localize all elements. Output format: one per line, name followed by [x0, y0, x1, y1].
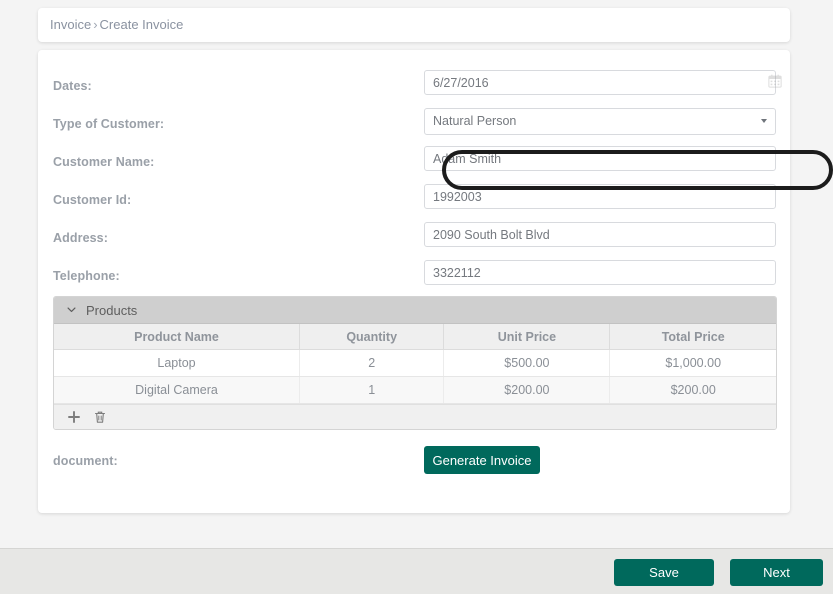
cell-unit-price[interactable]: $200.00	[443, 376, 611, 404]
save-button[interactable]: Save	[614, 559, 714, 586]
telephone-label: Telephone:	[53, 269, 120, 283]
document-label: document:	[53, 454, 118, 468]
cell-unit-price[interactable]: $500.00	[443, 349, 611, 377]
customer-id-input[interactable]	[424, 184, 776, 209]
chevron-down-icon[interactable]	[761, 119, 767, 123]
customer-name-input[interactable]	[424, 146, 776, 171]
cell-quantity[interactable]: 1	[299, 376, 445, 404]
table-row[interactable]: Digital Camera 1 $200.00 $200.00	[54, 376, 776, 404]
type-of-customer-value[interactable]: Natural Person	[424, 108, 776, 135]
products-panel-header[interactable]: Products	[54, 297, 776, 324]
next-button[interactable]: Next	[730, 559, 823, 586]
products-panel-title: Products	[86, 303, 138, 318]
footer-action-bar: Save Next	[0, 548, 833, 594]
column-header-quantity[interactable]: Quantity	[299, 324, 445, 350]
cell-quantity[interactable]: 2	[299, 349, 445, 377]
breadcrumb-card: Invoice › Create Invoice	[38, 8, 790, 42]
calendar-icon[interactable]	[768, 74, 782, 88]
telephone-input[interactable]	[424, 260, 776, 285]
type-of-customer-label: Type of Customer:	[53, 117, 165, 131]
form-row-dates: Dates:	[38, 68, 790, 106]
trash-icon[interactable]	[92, 409, 108, 425]
form-row-address: Address:	[38, 220, 790, 258]
cell-total-price[interactable]: $1,000.00	[609, 349, 776, 377]
dates-input[interactable]	[424, 70, 776, 95]
form-row-document: document: Generate Invoice	[38, 446, 790, 482]
table-header-row: Product Name Quantity Unit Price Total P…	[54, 324, 776, 350]
form-row-customer-name: Customer Name:	[38, 144, 790, 182]
table-row[interactable]: Laptop 2 $500.00 $1,000.00	[54, 349, 776, 377]
cell-product-name[interactable]: Digital Camera	[54, 376, 300, 404]
chevron-down-icon[interactable]	[67, 307, 76, 313]
column-header-total-price[interactable]: Total Price	[609, 324, 776, 350]
generate-invoice-button[interactable]: Generate Invoice	[424, 446, 540, 474]
products-table: Product Name Quantity Unit Price Total P…	[54, 324, 776, 404]
create-invoice-form-card: Dates: Type of Customer: Natural Person …	[38, 50, 833, 513]
form-row-type-of-customer: Type of Customer: Natural Person	[38, 106, 790, 144]
cell-total-price[interactable]: $200.00	[609, 376, 776, 404]
type-of-customer-select[interactable]: Natural Person	[424, 108, 776, 135]
address-label: Address:	[53, 231, 108, 245]
dates-label: Dates:	[53, 79, 92, 93]
column-header-product-name[interactable]: Product Name	[54, 324, 300, 350]
products-toolbar	[54, 404, 776, 429]
address-input[interactable]	[424, 222, 776, 247]
form-row-telephone: Telephone:	[38, 258, 790, 296]
breadcrumb-current: Create Invoice	[99, 17, 184, 32]
customer-name-label: Customer Name:	[53, 155, 155, 169]
form-row-customer-id: Customer Id:	[38, 182, 790, 220]
customer-id-label: Customer Id:	[53, 193, 132, 207]
breadcrumb-root[interactable]: Invoice	[50, 17, 91, 32]
cell-product-name[interactable]: Laptop	[54, 349, 300, 377]
column-header-unit-price[interactable]: Unit Price	[443, 324, 611, 350]
breadcrumb: Invoice › Create Invoice	[50, 17, 183, 32]
breadcrumb-separator: ›	[93, 17, 98, 32]
plus-icon[interactable]	[66, 409, 82, 425]
products-panel: Products Product Name Quantity Unit Pric…	[53, 296, 777, 430]
